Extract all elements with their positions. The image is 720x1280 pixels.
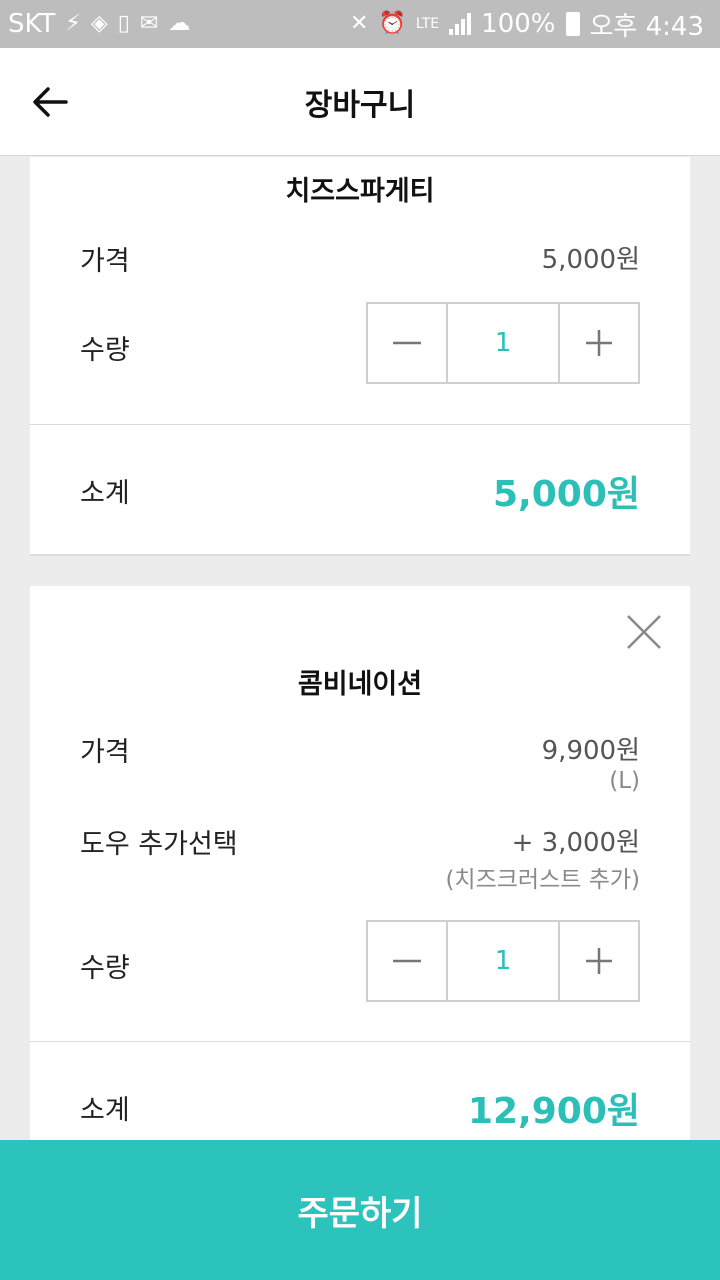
clock: 오후 4:43: [589, 11, 705, 42]
cart-item-card: 치즈스파게티 가격 5,000원 수량 1 소계 5,000원: [30, 157, 690, 556]
increase-button[interactable]: [560, 304, 638, 382]
quantity-stepper: 1: [366, 920, 640, 1002]
plus-icon: [586, 948, 612, 974]
price-value: 9,900원: [541, 736, 640, 766]
status-bar: SKT ⚡ ◈ ▯ ✉ ☁ ✕ ⏰ LTE 100% 오후 4:43: [0, 0, 720, 48]
mute-icon: ✕: [350, 11, 369, 36]
price-label: 가격: [80, 737, 130, 768]
decrease-button[interactable]: [368, 922, 446, 1000]
alarm-icon: ⏰: [378, 11, 406, 36]
page-title: 장바구니: [304, 87, 416, 123]
battery-icon: [565, 12, 580, 36]
arrow-left-icon: [33, 87, 68, 117]
quantity-value: 1: [446, 304, 560, 382]
subtotal-label: 소계: [80, 1095, 130, 1126]
item-name: 콤비네이션: [297, 669, 423, 700]
option-price: + 3,000원: [511, 828, 640, 858]
phone-notification-icon: ▯: [117, 11, 130, 36]
signal-icon: [449, 13, 472, 35]
size-label: (L): [609, 768, 640, 794]
divider: [30, 1041, 690, 1042]
decrease-button[interactable]: [368, 304, 446, 382]
subtotal-label: 소계: [80, 478, 130, 509]
minus-icon: [393, 959, 421, 963]
weather-icon: ☁: [168, 11, 191, 36]
cart-item-card: 콤비네이션 가격 9,900원 (L) 도우 추가선택 + 3,000원 (치즈…: [30, 586, 690, 1140]
cart-list[interactable]: 치즈스파게티 가격 5,000원 수량 1 소계 5,000원 콤비네이션 가격…: [0, 157, 720, 1140]
mobile-tv-icon: ⚡: [65, 11, 81, 36]
order-button[interactable]: 주문하기: [0, 1140, 720, 1280]
option-label: 도우 추가선택: [80, 829, 238, 860]
pill-icon: ◈: [90, 11, 108, 36]
quantity-stepper: 1: [366, 302, 640, 384]
carrier-label: SKT: [8, 9, 56, 39]
minus-icon: [393, 341, 421, 345]
price-label: 가격: [80, 246, 130, 277]
subtotal-value: 12,900원: [467, 1091, 640, 1132]
close-icon[interactable]: [624, 612, 664, 652]
back-button[interactable]: [22, 74, 78, 130]
app-bar: 장바구니: [0, 48, 720, 156]
quantity-label: 수량: [80, 953, 130, 984]
mail-icon: ✉: [139, 11, 159, 36]
item-name: 치즈스파게티: [285, 176, 435, 207]
price-value: 5,000원: [541, 245, 640, 275]
network-type-label: LTE: [415, 16, 440, 32]
subtotal-value: 5,000원: [493, 474, 640, 515]
status-bar-right: ✕ ⏰ LTE 100% 오후 4:43: [350, 6, 704, 43]
plus-icon: [586, 330, 612, 356]
option-detail: (치즈크러스트 추가): [445, 867, 640, 893]
divider: [30, 424, 690, 425]
battery-percent: 100%: [481, 9, 556, 39]
quantity-value: 1: [446, 922, 560, 1000]
increase-button[interactable]: [560, 922, 638, 1000]
quantity-label: 수량: [80, 335, 130, 366]
status-bar-left: SKT ⚡ ◈ ▯ ✉ ☁: [8, 9, 190, 39]
